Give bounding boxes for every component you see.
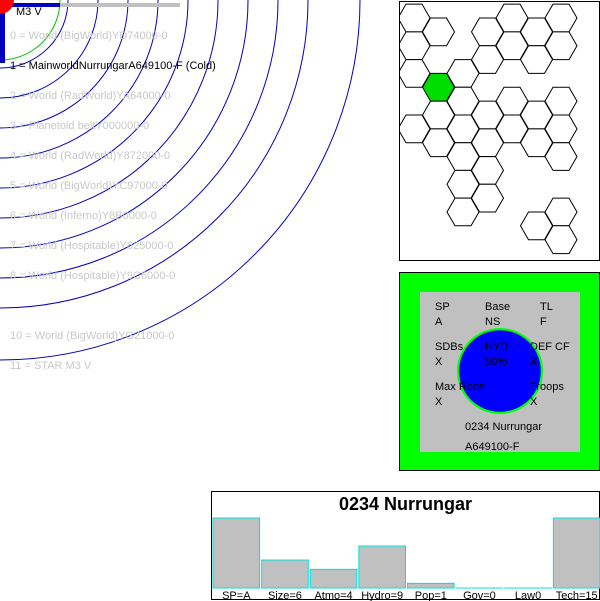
hyd-value: 90% [485,355,507,369]
orbit-label[interactable]: 10 = World (BigWorld)YG21000-0 [10,330,174,342]
orbit-ring [0,0,98,98]
orbit-label[interactable]: 5 = World (BigWorld)YC97000-0 [10,180,168,192]
maxrons-label: Max Rons [435,380,485,394]
bar-label-4: Pop=1 [415,590,447,601]
uwp-bar-chart: 0234 Nurrungar SP=ASize=6Atmo=4Hydro=9Po… [211,491,600,600]
troops-value: X [530,395,537,409]
troops-label: Troops [530,380,564,394]
bar-7 [553,518,600,588]
orbit-label[interactable]: 7 = World (Hospitable)Y625000-0 [10,240,173,252]
hex-grid [400,2,600,262]
bar-1 [262,560,309,588]
def-label: DEF CF [530,340,570,354]
base-label: Base [485,300,510,314]
bar-plot: SP=A Size=6 Atmo=4 Hydro=9 Pop=1 Gov=0 Law0 Tec… [212,492,600,601]
bar-label-0: SP=A [222,590,251,601]
orbit-label[interactable]: 2 = World (RadWorld)YA64000-0 [10,90,171,102]
orbit-label[interactable]: 11 = STAR M3 V [10,360,91,372]
maxrons-value: X [435,395,442,409]
orbit-label[interactable]: 3 = Planetoid beltY000000-0 [10,120,149,132]
subsector-hex-map[interactable] [399,1,600,261]
tl-value: F [540,315,547,329]
sdb-value: X [435,355,442,369]
tl-label: TL [540,300,553,314]
star-label: M3 V [16,6,42,18]
bar-3 [359,546,406,588]
orbit-ring [0,0,158,158]
orbit-label[interactable]: 1 = MainworldNurrungarA649100-F (Cold) [10,60,216,72]
bar-2 [310,569,357,588]
planet-uwp: A649100-F [465,440,519,454]
bar-label-2: Atmo=4 [314,590,352,601]
planet-detail-inner: SP A Base NS TL F SDBs X HYD 90% DEF CF … [420,292,580,452]
bar-label-7: Tech=15 [556,590,598,601]
orbit-label[interactable]: 8 = World (Hospitable)Y9C6000-0 [10,270,175,282]
orbit-label[interactable]: 6 = World (Inferno)Y8B0000-0 [10,210,157,222]
sp-label: SP [435,300,450,314]
base-value: NS [485,315,500,329]
orbit-label[interactable]: 4 = World (RadWorld)Y872000-0 [10,150,170,162]
hyd-label: HYD [485,340,508,354]
planet-detail-panel: SP A Base NS TL F SDBs X HYD 90% DEF CF … [399,272,600,471]
bar-label-3: Hydro=9 [361,590,403,601]
sp-value: A [435,315,442,329]
bar-label-1: Size=6 [268,590,302,601]
bar-label-5: Gov=0 [463,590,496,601]
def-value: X [530,355,537,369]
star-icon [0,0,14,14]
bar-4 [408,583,455,588]
bar-label-6: Law0 [515,590,541,601]
sdb-label: SDBs [435,340,463,354]
bar-0 [213,518,260,588]
planet-name: 0234 Nurrungar [465,420,542,434]
orbit-label[interactable]: 0 = World (BigWorld)YD74000-0 [10,30,168,42]
